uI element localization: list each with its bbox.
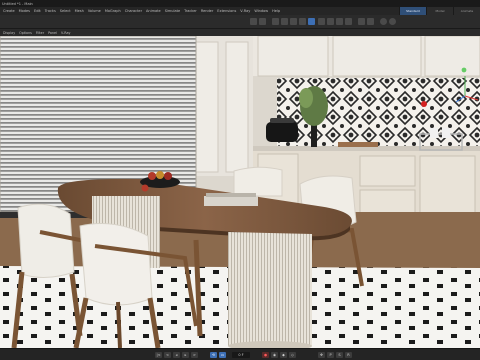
menu-item[interactable]: Render bbox=[201, 9, 213, 13]
previous-key-icon[interactable]: < bbox=[164, 352, 171, 358]
menu-item[interactable]: MoGraph bbox=[105, 9, 121, 13]
go-to-start-icon[interactable]: |< bbox=[155, 352, 162, 358]
record-icon[interactable]: ● bbox=[262, 352, 269, 358]
menu-item[interactable]: Select bbox=[60, 9, 71, 13]
menu-item[interactable]: Create bbox=[3, 9, 15, 13]
layout-tab-standard[interactable]: Standard bbox=[399, 7, 426, 15]
layout-tab-animate[interactable]: Animate bbox=[453, 7, 480, 15]
keyframe-selection-icon[interactable]: ◇ bbox=[289, 352, 296, 358]
menu-item[interactable]: Edit bbox=[34, 9, 41, 13]
undo-icon[interactable] bbox=[250, 18, 257, 25]
viewport-render bbox=[0, 36, 480, 348]
select-icon[interactable] bbox=[272, 18, 279, 25]
next-key-icon[interactable]: > bbox=[191, 352, 198, 358]
z-axis-icon[interactable] bbox=[345, 18, 352, 25]
menu-item[interactable]: Tracks bbox=[45, 9, 56, 13]
menu-item[interactable]: Tracker bbox=[184, 9, 197, 13]
rotation-track-icon[interactable]: R bbox=[345, 352, 352, 358]
live-select-icon[interactable] bbox=[308, 18, 315, 25]
viewport-menubar: Display Options Filter Panel V-Ray bbox=[0, 29, 480, 36]
viewport[interactable] bbox=[0, 36, 480, 348]
keyframe-icon[interactable]: ◆ bbox=[280, 352, 287, 358]
gear-icon[interactable] bbox=[380, 18, 387, 25]
current-frame-field[interactable]: 0 F bbox=[232, 352, 250, 358]
redo-icon[interactable] bbox=[259, 18, 266, 25]
preview-range-icon[interactable]: ▭ bbox=[219, 352, 226, 358]
layout-switcher: Standard Model Animate bbox=[399, 7, 480, 15]
viewport-menu-vray[interactable]: V-Ray bbox=[61, 31, 70, 35]
scale-icon[interactable] bbox=[299, 18, 306, 25]
menu-item[interactable]: Help bbox=[272, 9, 280, 13]
step-back-icon[interactable]: ◂ bbox=[173, 352, 180, 358]
move-icon[interactable] bbox=[281, 18, 288, 25]
menu-item[interactable]: Modes bbox=[19, 9, 30, 13]
main-toolbar bbox=[0, 15, 480, 29]
menu-item[interactable]: Window bbox=[254, 9, 268, 13]
position-track-icon[interactable]: P bbox=[327, 352, 334, 358]
main-menubar: Create Modes Edit Tracks Select Mesh Vol… bbox=[0, 7, 480, 15]
menu-item[interactable]: Character bbox=[125, 9, 142, 13]
camera-icon[interactable] bbox=[389, 18, 396, 25]
autokey-icon[interactable]: ◉ bbox=[271, 352, 278, 358]
scale-track-icon[interactable]: S bbox=[336, 352, 343, 358]
timeline-bar: |< < ◂ ▸ > ⟲ ▭ 0 F ● ◉ ◆ ◇ ✥ P S R bbox=[0, 348, 480, 360]
viewport-menu-filter[interactable]: Filter bbox=[36, 31, 44, 35]
menu-list: Create Modes Edit Tracks Select Mesh Vol… bbox=[0, 9, 280, 13]
loop-icon[interactable]: ⟲ bbox=[210, 352, 217, 358]
play-icon[interactable]: ▸ bbox=[182, 352, 189, 358]
menu-item[interactable]: Mesh bbox=[75, 9, 84, 13]
title-bar: Untitled *1 - Main bbox=[0, 0, 480, 7]
menu-item[interactable]: Volume bbox=[88, 9, 101, 13]
render-icon[interactable] bbox=[367, 18, 374, 25]
y-axis-icon[interactable] bbox=[336, 18, 343, 25]
viewport-menu-display[interactable]: Display bbox=[3, 31, 15, 35]
menu-item[interactable]: Animate bbox=[146, 9, 161, 13]
menu-item[interactable]: Simulate bbox=[165, 9, 180, 13]
window-title: Untitled *1 - Main bbox=[2, 1, 33, 6]
rotate-icon[interactable] bbox=[290, 18, 297, 25]
viewport-menu-panel[interactable]: Panel bbox=[48, 31, 57, 35]
motion-mode-icon[interactable]: ✥ bbox=[318, 352, 325, 358]
layout-tab-model[interactable]: Model bbox=[426, 7, 453, 15]
x-axis-icon[interactable] bbox=[327, 18, 334, 25]
viewport-menu-options[interactable]: Options bbox=[19, 31, 32, 35]
coordinate-icon[interactable] bbox=[318, 18, 325, 25]
render-view-icon[interactable] bbox=[358, 18, 365, 25]
menu-item[interactable]: Extensions bbox=[217, 9, 236, 13]
menu-item[interactable]: V-Ray bbox=[240, 9, 250, 13]
